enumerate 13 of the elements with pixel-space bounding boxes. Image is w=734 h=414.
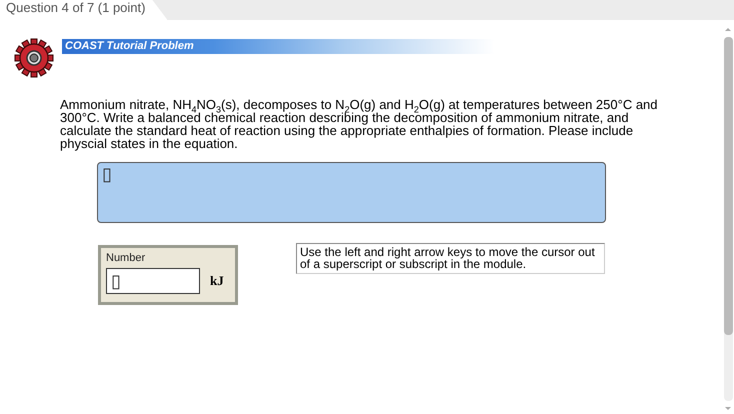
number-field[interactable]: ▯ — [106, 268, 200, 294]
gear-icon — [14, 38, 54, 78]
unit-label: kJ — [210, 273, 224, 289]
cursor-mark: ▯ — [102, 165, 112, 183]
question-header: Question 4 of 7 (1 point) — [0, 0, 168, 20]
hint-text: Use the left and right arrow keys to move the cursor out of a superscript or subscript in the module. — [296, 243, 605, 274]
cursor-mark: ▯ — [111, 272, 121, 290]
scrollbar-thumb[interactable] — [724, 37, 732, 336]
answer-box[interactable]: ▯ — [97, 162, 606, 223]
scroll-up-icon[interactable] — [725, 28, 731, 31]
scroll-down-icon[interactable] — [725, 407, 731, 410]
number-label: Number — [106, 252, 146, 264]
question-text: Ammonium nitrate, NH$_{4}$NO$_{3}$(s), decomposes to N$_{2}$O(g) and H$_{2}$O(g) at temperatures between 250°C and 300°C. Write a balanced chemical reaction describing the decomposition of ammonium nitrate, and calculate the standard heat of reaction using the appropriate enthalpies of formation. Please include physcial states in the equation. — [60, 98, 659, 150]
